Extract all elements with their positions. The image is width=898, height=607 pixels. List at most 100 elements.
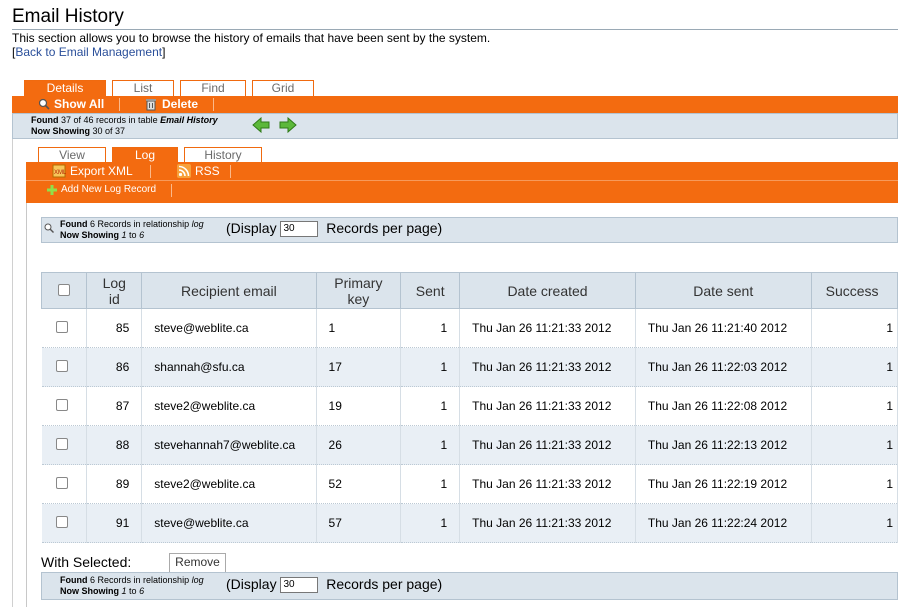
primary-key-cell[interactable]: 1 xyxy=(316,308,402,348)
table-row[interactable]: 87 steve2@weblite.ca 19 1 Thu Jan 26 11:… xyxy=(41,386,898,426)
row-select-cell xyxy=(41,425,88,465)
primary-key-cell[interactable]: 17 xyxy=(316,347,402,387)
log-id-cell[interactable]: 91 xyxy=(86,503,143,543)
previous-page-arrow-icon[interactable] xyxy=(252,117,270,133)
sent-cell[interactable]: 1 xyxy=(400,386,461,426)
row-checkbox[interactable] xyxy=(55,398,68,411)
log-id-cell[interactable]: 88 xyxy=(86,425,143,465)
tab-list[interactable]: List xyxy=(112,80,174,96)
recipient-email-cell[interactable]: shannah@sfu.ca xyxy=(141,347,317,387)
toolbar-row-divider xyxy=(26,180,898,181)
date-sent-cell[interactable]: Thu Jan 26 11:22:13 2012 xyxy=(635,425,812,465)
recipient-email-cell[interactable]: steve2@weblite.ca xyxy=(141,464,317,504)
row-select-cell xyxy=(41,464,88,504)
back-to-email-management-link[interactable]: Back to Email Management xyxy=(15,45,162,59)
success-cell[interactable]: 1 xyxy=(811,425,898,465)
display-label: (Display xyxy=(226,576,277,592)
sent-cell[interactable]: 1 xyxy=(400,464,461,504)
row-checkbox[interactable] xyxy=(55,437,68,450)
table-row[interactable]: 89 steve2@weblite.ca 52 1 Thu Jan 26 11:… xyxy=(41,464,898,504)
tab-view[interactable]: View xyxy=(38,147,106,162)
row-select-cell xyxy=(41,347,88,387)
tab-grid[interactable]: Grid xyxy=(252,80,314,96)
date-created-cell[interactable]: Thu Jan 26 11:21:33 2012 xyxy=(459,347,636,387)
primary-key-cell[interactable]: 57 xyxy=(316,503,402,543)
success-cell[interactable]: 1 xyxy=(811,308,898,348)
table-row[interactable]: 86 shannah@sfu.ca 17 1 Thu Jan 26 11:21:… xyxy=(41,347,898,387)
tab-find[interactable]: Find xyxy=(180,80,246,96)
primary-key-cell[interactable]: 19 xyxy=(316,386,402,426)
tab-log[interactable]: Log xyxy=(112,147,178,162)
date-created-cell[interactable]: Thu Jan 26 11:21:33 2012 xyxy=(459,464,636,504)
sent-cell[interactable]: 1 xyxy=(400,308,461,348)
title-divider xyxy=(12,29,898,30)
date-created-cell[interactable]: Thu Jan 26 11:21:33 2012 xyxy=(459,503,636,543)
export-xml-button[interactable]: XML Export XML xyxy=(52,164,133,178)
records-per-page-input[interactable]: 30 xyxy=(280,577,319,594)
row-checkbox[interactable] xyxy=(55,515,68,528)
magnifier-icon xyxy=(38,98,50,110)
related-found-count-bottom: Found 6 Records in relationship log Now … xyxy=(60,575,204,596)
sent-cell[interactable]: 1 xyxy=(400,503,461,543)
sent-cell[interactable]: 1 xyxy=(400,347,461,387)
tab-details[interactable]: Details xyxy=(24,80,106,96)
row-checkbox[interactable] xyxy=(55,320,68,333)
table-row[interactable]: 91 steve@weblite.ca 57 1 Thu Jan 26 11:2… xyxy=(41,503,898,543)
delete-button[interactable]: Delete xyxy=(144,97,198,111)
next-page-arrow-icon[interactable] xyxy=(279,117,297,133)
recipient-email-cell[interactable]: steve@weblite.ca xyxy=(141,308,317,348)
date-sent-cell[interactable]: Thu Jan 26 11:22:24 2012 xyxy=(635,503,812,543)
sub-toolbar xyxy=(26,162,898,203)
magnifier-icon xyxy=(44,223,54,233)
success-cell[interactable]: 1 xyxy=(811,386,898,426)
plus-icon xyxy=(47,184,57,195)
rss-label: RSS xyxy=(195,164,220,178)
column-header-primary-key[interactable]: Primary key xyxy=(315,272,402,309)
column-header-success[interactable]: Success xyxy=(810,272,898,309)
date-created-cell[interactable]: Thu Jan 26 11:21:33 2012 xyxy=(459,386,636,426)
recipient-email-cell[interactable]: stevehannah7@weblite.ca xyxy=(141,425,317,465)
toolbar-separator xyxy=(171,184,172,197)
primary-key-cell[interactable]: 52 xyxy=(316,464,402,504)
success-cell[interactable]: 1 xyxy=(811,503,898,543)
tab-history[interactable]: History xyxy=(184,147,262,162)
date-sent-cell[interactable]: Thu Jan 26 11:21:40 2012 xyxy=(635,308,812,348)
log-id-cell[interactable]: 86 xyxy=(86,347,143,387)
trash-icon xyxy=(146,99,156,111)
date-sent-cell[interactable]: Thu Jan 26 11:22:08 2012 xyxy=(635,386,812,426)
table-row[interactable]: 85 steve@weblite.ca 1 1 Thu Jan 26 11:21… xyxy=(41,308,898,348)
log-id-cell[interactable]: 85 xyxy=(86,308,143,348)
success-cell[interactable]: 1 xyxy=(811,464,898,504)
row-checkbox[interactable] xyxy=(55,476,68,489)
records-per-page-label: Records per page) xyxy=(326,576,443,592)
rss-button[interactable]: RSS xyxy=(177,164,220,178)
row-checkbox[interactable] xyxy=(55,359,68,372)
toolbar-separator xyxy=(150,165,151,178)
found-count: Found 37 of 46 records in table Email Hi… xyxy=(31,115,218,136)
date-created-cell[interactable]: Thu Jan 26 11:21:33 2012 xyxy=(459,425,636,465)
add-new-log-record-button[interactable]: Add New Log Record xyxy=(47,184,156,195)
date-sent-cell[interactable]: Thu Jan 26 11:22:03 2012 xyxy=(635,347,812,387)
add-new-label: Add New Log Record xyxy=(61,184,157,195)
back-bracket-close: ] xyxy=(162,45,166,59)
sent-cell[interactable]: 1 xyxy=(400,425,461,465)
records-per-page-input[interactable]: 30 xyxy=(280,221,319,238)
column-header-recipient-email[interactable]: Recipient email xyxy=(141,272,317,309)
select-all-checkbox[interactable] xyxy=(58,283,71,296)
table-row[interactable]: 88 stevehannah7@weblite.ca 26 1 Thu Jan … xyxy=(41,425,898,465)
log-id-cell[interactable]: 89 xyxy=(86,464,143,504)
column-header-log-id[interactable]: Log id xyxy=(86,272,143,309)
recipient-email-cell[interactable]: steve2@weblite.ca xyxy=(141,386,317,426)
column-header-date-sent[interactable]: Date sent xyxy=(634,272,812,309)
show-all-button[interactable]: Show All xyxy=(38,97,104,111)
remove-button[interactable]: Remove xyxy=(169,553,226,573)
column-header-sent[interactable]: Sent xyxy=(400,272,461,309)
primary-key-cell[interactable]: 26 xyxy=(316,425,402,465)
recipient-email-cell[interactable]: steve@weblite.ca xyxy=(141,503,317,543)
success-cell[interactable]: 1 xyxy=(811,347,898,387)
records-per-page-control-bottom: (Display 30 Records per page) xyxy=(226,576,443,594)
date-sent-cell[interactable]: Thu Jan 26 11:22:19 2012 xyxy=(635,464,812,504)
date-created-cell[interactable]: Thu Jan 26 11:21:33 2012 xyxy=(459,308,636,348)
log-id-cell[interactable]: 87 xyxy=(86,386,143,426)
column-header-date-created[interactable]: Date created xyxy=(459,272,636,309)
